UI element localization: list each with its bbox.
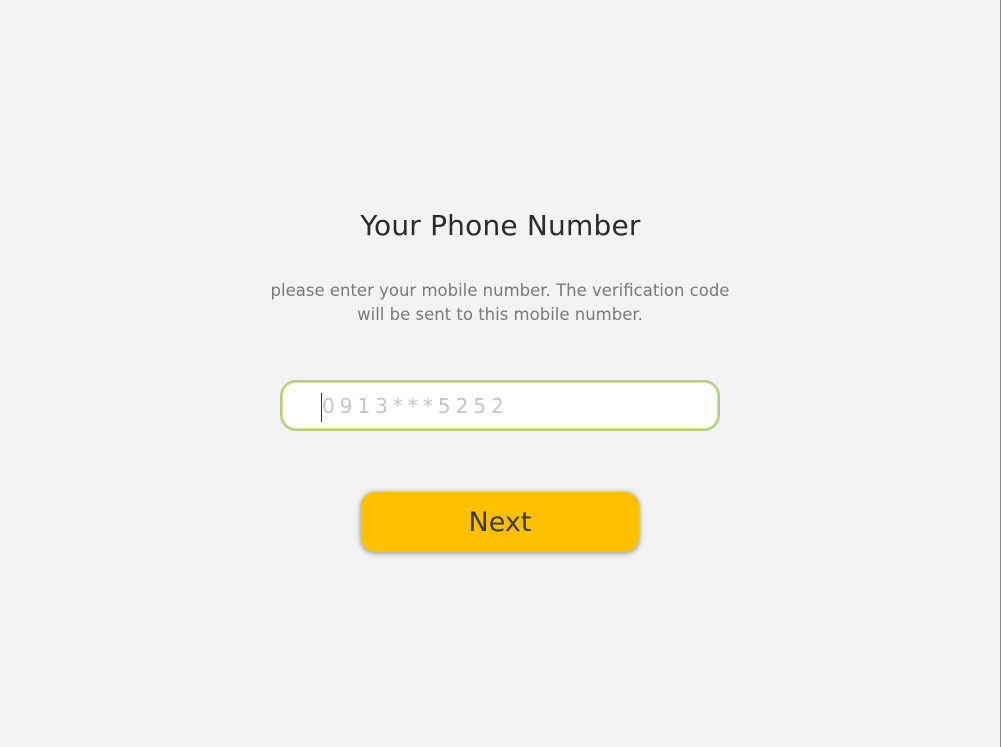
phone-input[interactable] [282,382,718,429]
page-subtitle: please enter your mobile number. The ver… [270,281,730,324]
text-caret [321,393,322,422]
phone-field[interactable] [280,380,720,431]
next-button[interactable]: Next [361,492,639,552]
phone-entry-screen: Your Phone Number please enter your mobi… [0,0,1001,747]
page-title: Your Phone Number [360,209,641,242]
